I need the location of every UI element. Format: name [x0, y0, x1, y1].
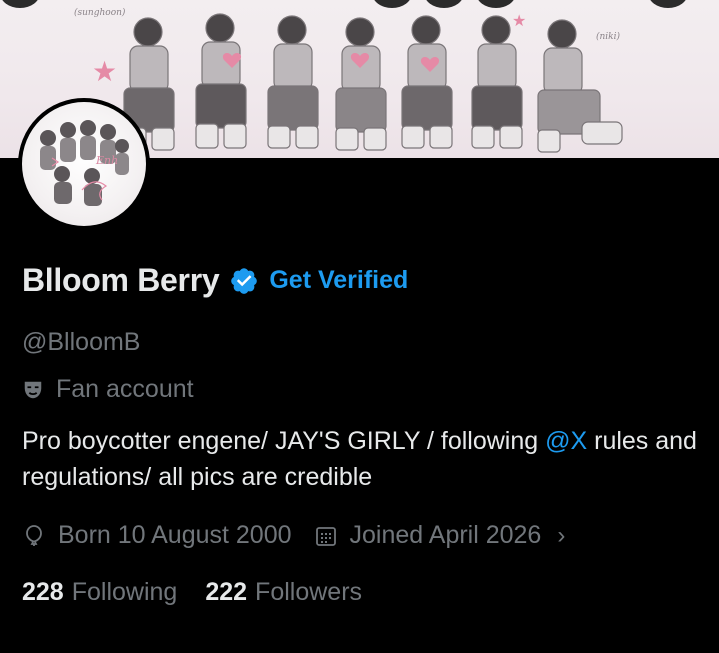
svg-text:Enh: Enh — [95, 154, 118, 167]
calendar-icon — [315, 526, 336, 546]
bio-text: Pro boycotter engene/ JAY'S GIRLY / foll… — [22, 427, 546, 455]
professional-category: Fan account — [22, 375, 194, 404]
joined-date: Joined April 2026 — [349, 521, 542, 549]
chevron-right-icon[interactable]: › — [557, 522, 565, 550]
profile-meta-row: Born 10 August 2000 Joined April 2026 › — [22, 521, 565, 550]
user-handle: @BlloomB — [22, 328, 141, 356]
avatar[interactable]: Enh — [18, 98, 150, 230]
birth-date: Born 10 August 2000 — [58, 521, 292, 549]
bio-mention-link[interactable]: @X — [545, 427, 587, 455]
category-label: Fan account — [56, 375, 194, 403]
followers-label: Followers — [255, 578, 363, 606]
profile-name-row: Blloom Berry Get Verified — [22, 262, 408, 299]
following-link[interactable]: 228 Following — [22, 578, 177, 607]
avatar-group-photo: Enh — [40, 120, 129, 206]
verified-badge-icon[interactable] — [229, 266, 259, 296]
followers-count: 222 — [205, 578, 248, 606]
profile-bio: Pro boycotter engene/ JAY'S GIRLY / foll… — [22, 423, 702, 495]
get-verified-link[interactable]: Get Verified — [269, 266, 408, 295]
theater-mask-icon — [24, 381, 42, 398]
display-name: Blloom Berry — [22, 262, 220, 298]
balloon-icon — [26, 524, 42, 546]
avatar-image: Enh — [22, 102, 146, 226]
followers-link[interactable]: 222 Followers — [205, 578, 362, 607]
follow-stats: 228 Following 222 Followers — [22, 578, 362, 607]
following-count: 228 — [22, 578, 64, 606]
following-label: Following — [71, 578, 178, 606]
